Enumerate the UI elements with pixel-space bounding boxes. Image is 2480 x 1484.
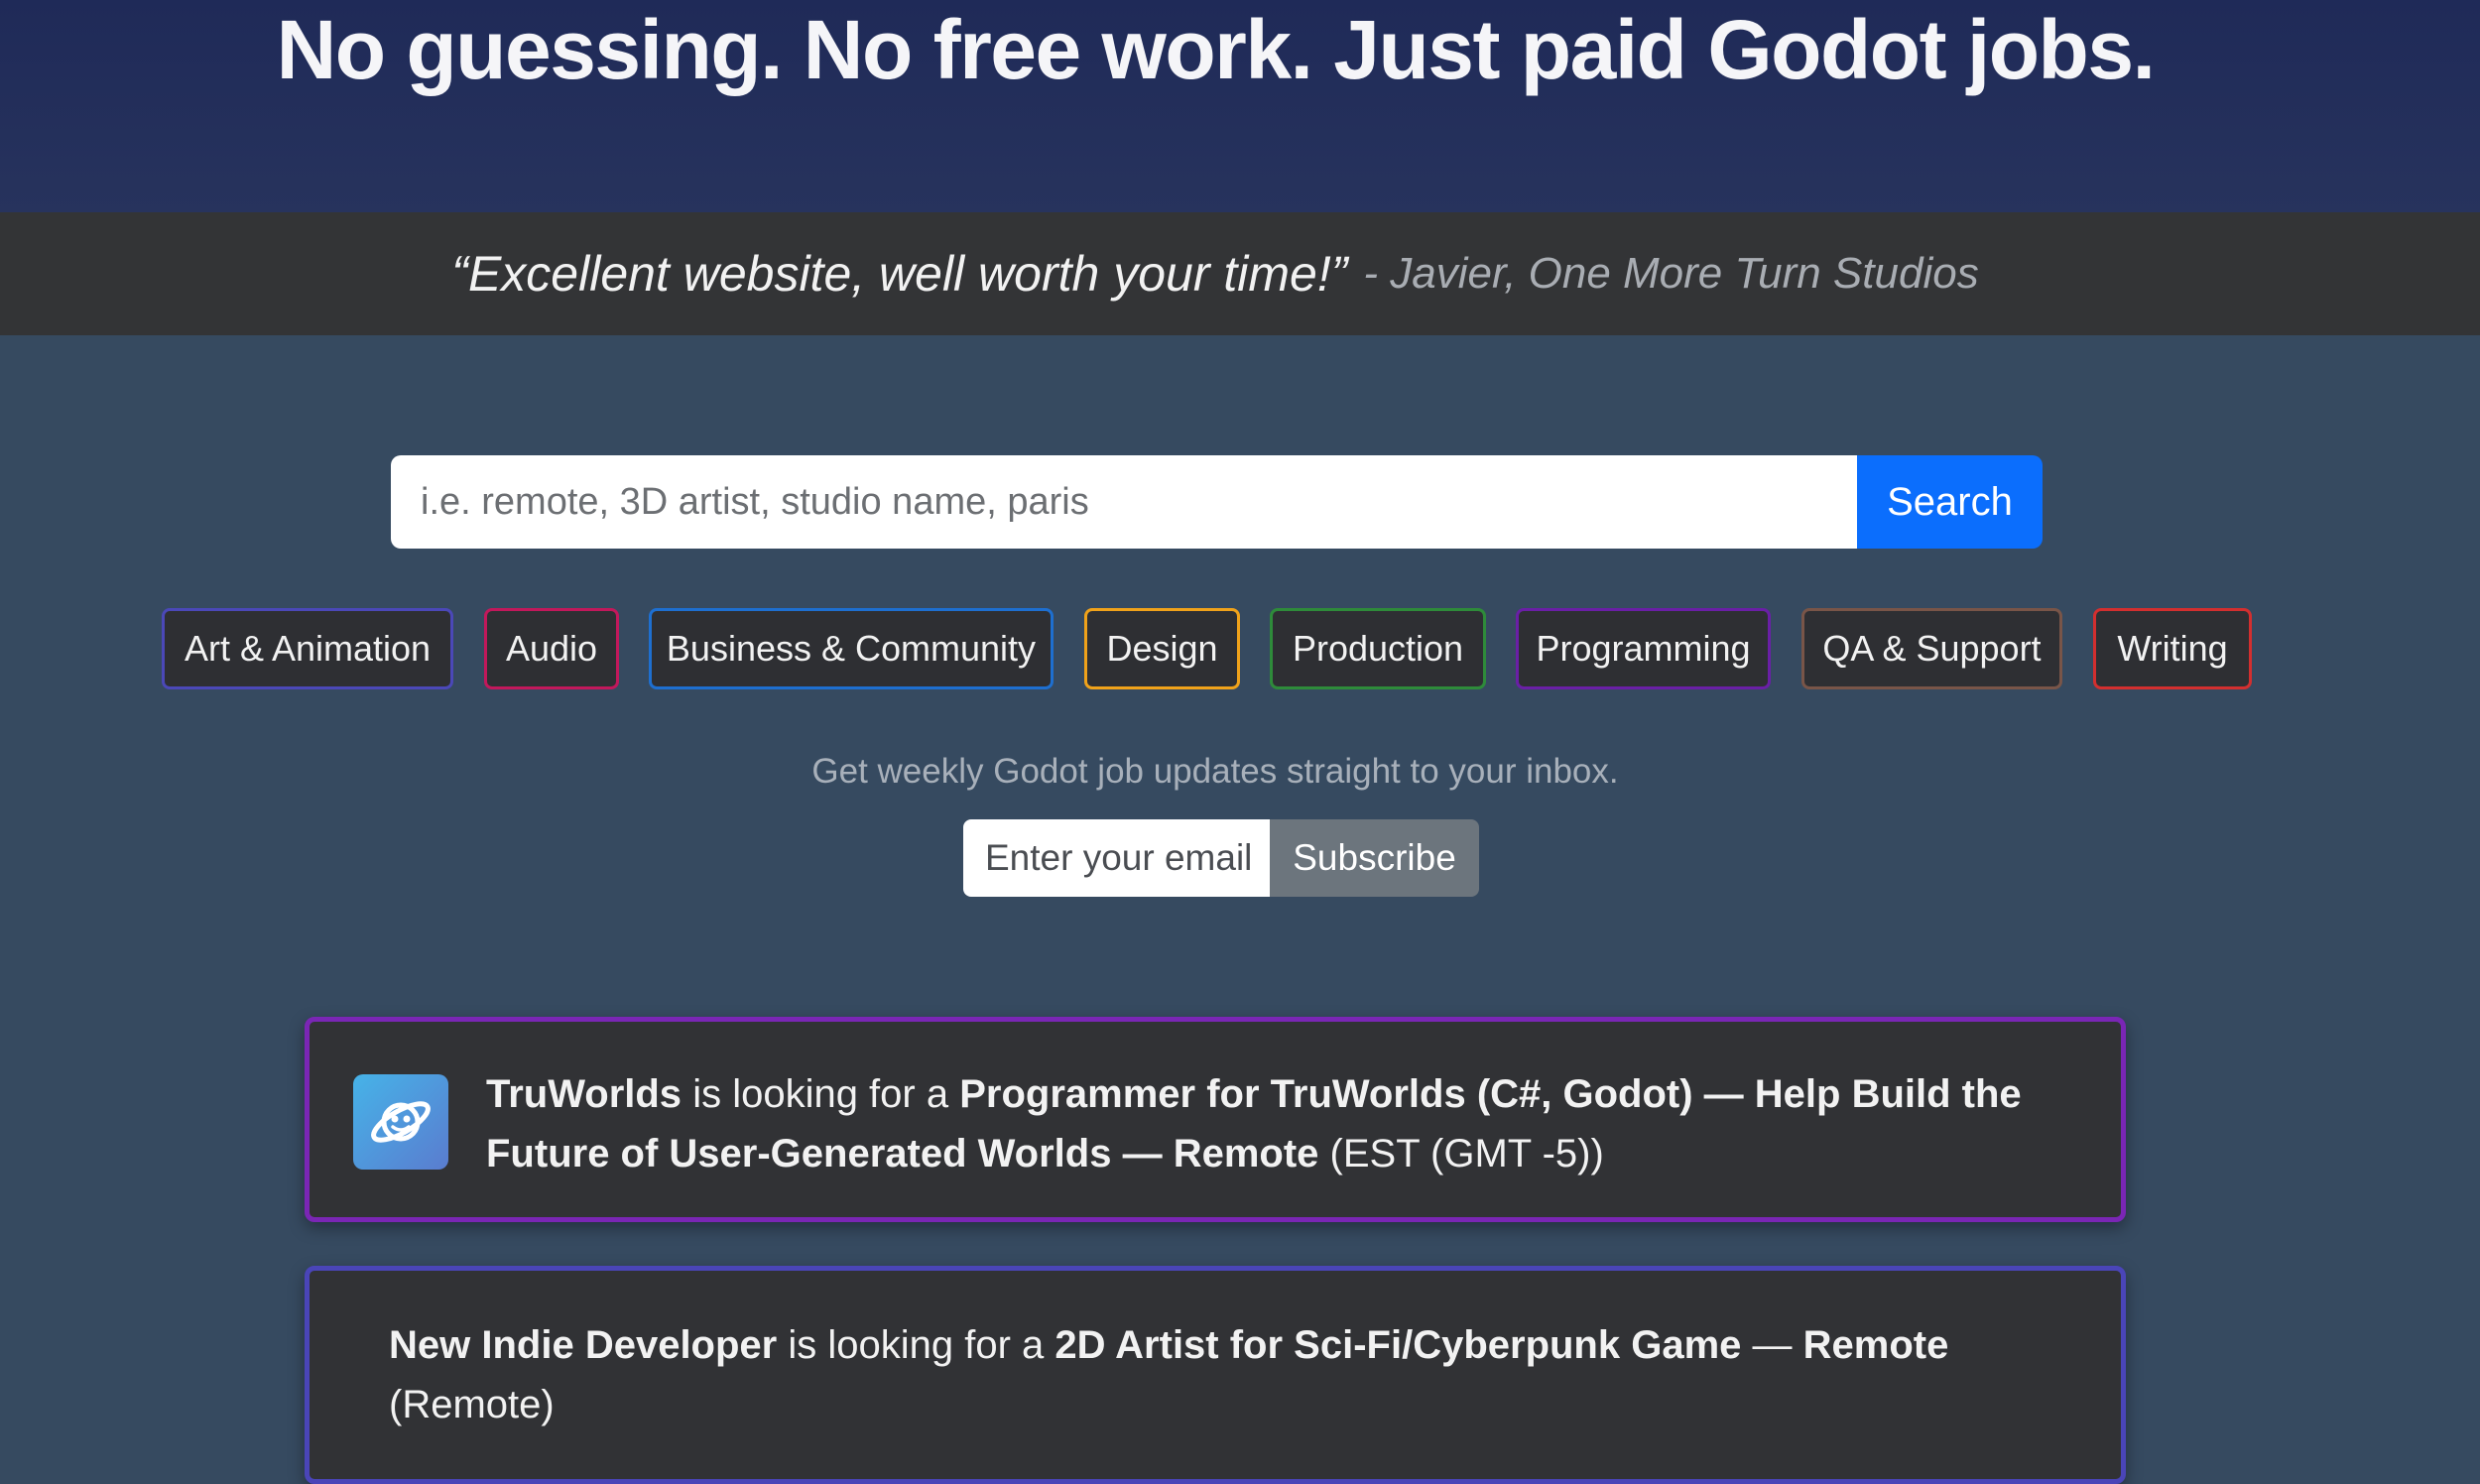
email-input[interactable] [963, 819, 1270, 897]
job-card-truworlds[interactable]: TruWorlds is looking for a Programmer fo… [305, 1017, 2126, 1222]
testimonial-author: - Javier, One More Turn Studios [1363, 249, 1979, 298]
hero-banner: No guessing. No free work. Just paid God… [0, 0, 2480, 212]
subscribe-button[interactable]: Subscribe [1270, 819, 1479, 897]
category-writing[interactable]: Writing [2093, 608, 2252, 689]
category-production[interactable]: Production [1270, 608, 1486, 689]
search-input[interactable] [391, 455, 1857, 549]
job-description: TruWorlds is looking for a Programmer fo… [486, 1064, 2034, 1183]
newsletter-text: Get weekly Godot job updates straight to… [811, 752, 1619, 791]
job-location: (Remote) [389, 1383, 555, 1426]
category-programming[interactable]: Programming [1516, 608, 1771, 689]
job-title: 2D Artist for Sci-Fi/Cyberpunk Game [1054, 1323, 1742, 1367]
job-location: (EST (GMT -5)) [1329, 1132, 1604, 1175]
category-qa-support[interactable]: QA & Support [1801, 608, 2062, 689]
testimonial-bar: “Excellent website, well worth your time… [0, 212, 2480, 335]
hero-headline: No guessing. No free work. Just paid God… [276, 3, 2156, 96]
category-business-community[interactable]: Business & Community [649, 608, 1054, 689]
job-title-remote: Remote [1802, 1323, 1949, 1367]
planet-icon [353, 1074, 448, 1170]
job-title-dash: — [1752, 1323, 1793, 1367]
search-form: Search [391, 455, 2043, 549]
newsletter-form: Subscribe [963, 819, 1479, 897]
job-connector: is looking for a [788, 1323, 1045, 1367]
category-art-animation[interactable]: Art & Animation [162, 608, 453, 689]
category-design[interactable]: Design [1084, 608, 1240, 689]
testimonial-quote: “Excellent website, well worth your time… [451, 246, 1348, 302]
category-audio[interactable]: Audio [484, 608, 619, 689]
job-description: New Indie Developer is looking for a 2D … [389, 1315, 2075, 1434]
job-connector: is looking for a [692, 1072, 949, 1116]
job-card-new-indie-developer[interactable]: New Indie Developer is looking for a 2D … [305, 1266, 2126, 1484]
job-company: TruWorlds [486, 1072, 682, 1116]
category-filters: Art & Animation Audio Business & Communi… [0, 608, 2480, 689]
search-button[interactable]: Search [1857, 455, 2043, 549]
job-company: New Indie Developer [389, 1323, 778, 1367]
